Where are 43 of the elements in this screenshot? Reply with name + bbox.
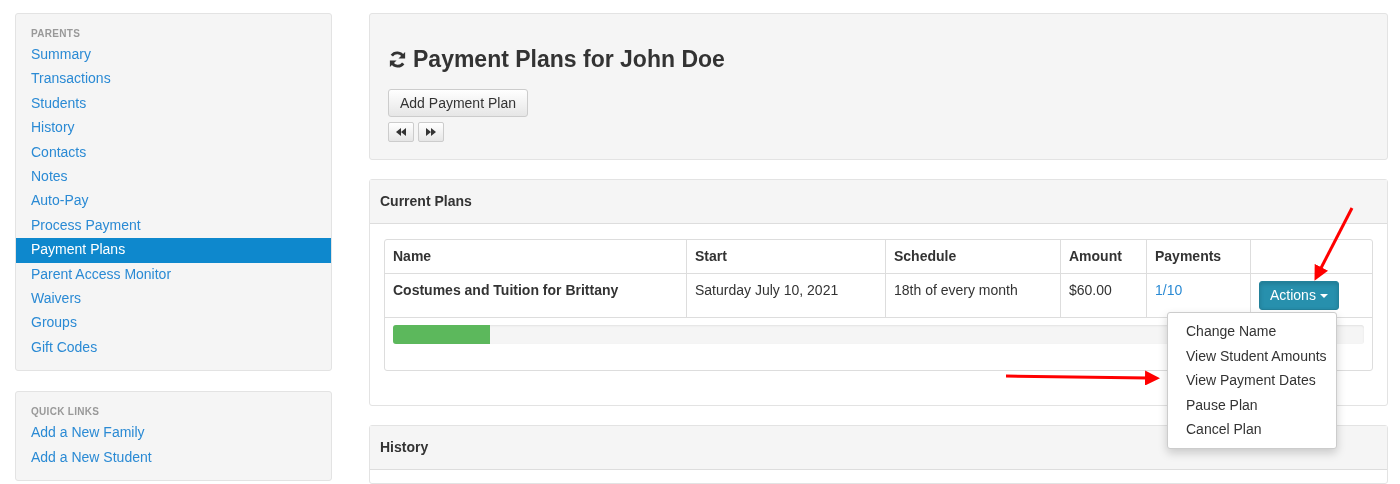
sidebar-item[interactable]: History — [16, 116, 331, 141]
fast-forward-icon — [426, 128, 436, 136]
table-cell: 18th of every month — [886, 274, 1061, 317]
sidebar-item[interactable]: Auto-Pay — [16, 189, 331, 214]
sidebar-item[interactable]: Summary — [16, 43, 331, 68]
sidebar-item[interactable]: Payment Plans — [16, 238, 331, 263]
column-header: Name — [385, 240, 687, 273]
menu-item[interactable]: View Payment Dates — [1168, 368, 1336, 393]
sidebar-heading: PARENTS — [30, 28, 82, 41]
sidebar-item[interactable]: Parent Access Monitor — [16, 262, 331, 288]
caret-icon — [1319, 293, 1328, 298]
sidebar-item[interactable]: Transactions — [16, 67, 331, 92]
menu-item[interactable]: Change Name — [1168, 319, 1336, 344]
payments-link[interactable]: 1/10 — [1155, 282, 1183, 298]
previous-button[interactable] — [388, 122, 414, 142]
column-header: Payments — [1147, 240, 1251, 273]
sidebar-item[interactable]: Students — [16, 91, 331, 117]
actions-button[interactable]: Actions — [1259, 281, 1339, 310]
column-header: Schedule — [886, 240, 1061, 273]
column-header: Amount — [1061, 240, 1147, 273]
table-cell: Saturday July 10, 2021 — [687, 274, 886, 317]
add-payment-plan-button[interactable]: Add Payment Plan — [388, 89, 528, 117]
sidebar-item[interactable]: Groups — [16, 311, 331, 336]
panel-title: Current Plans — [380, 193, 472, 209]
rewind-icon — [396, 128, 406, 136]
next-button[interactable] — [418, 122, 444, 142]
table-cell: $60.00 — [1061, 274, 1147, 317]
panel-title: History — [380, 439, 429, 455]
sidebar-item[interactable]: Add a New Family — [16, 421, 331, 446]
table-cell: Costumes and Tuition for Brittany — [385, 274, 687, 317]
sidebar-item[interactable]: Notes — [16, 165, 331, 190]
page-title: Payment Plans for John Doe — [413, 46, 725, 73]
column-header: Start — [687, 240, 886, 273]
sidebar-item[interactable]: Add a New Student — [16, 445, 331, 471]
menu-item[interactable]: View Student Amounts — [1168, 343, 1336, 368]
sidebar-heading: QUICK LINKS — [30, 406, 101, 420]
menu-item[interactable]: Pause Plan — [1168, 392, 1336, 417]
sidebar-item[interactable]: Gift Codes — [16, 335, 331, 361]
sidebar-item[interactable]: Contacts — [16, 140, 331, 166]
sidebar-item[interactable]: Process Payment — [16, 213, 331, 239]
sidebar-item[interactable]: Waivers — [16, 287, 331, 312]
menu-item[interactable]: Cancel Plan — [1168, 417, 1336, 442]
refresh-icon — [388, 50, 407, 69]
